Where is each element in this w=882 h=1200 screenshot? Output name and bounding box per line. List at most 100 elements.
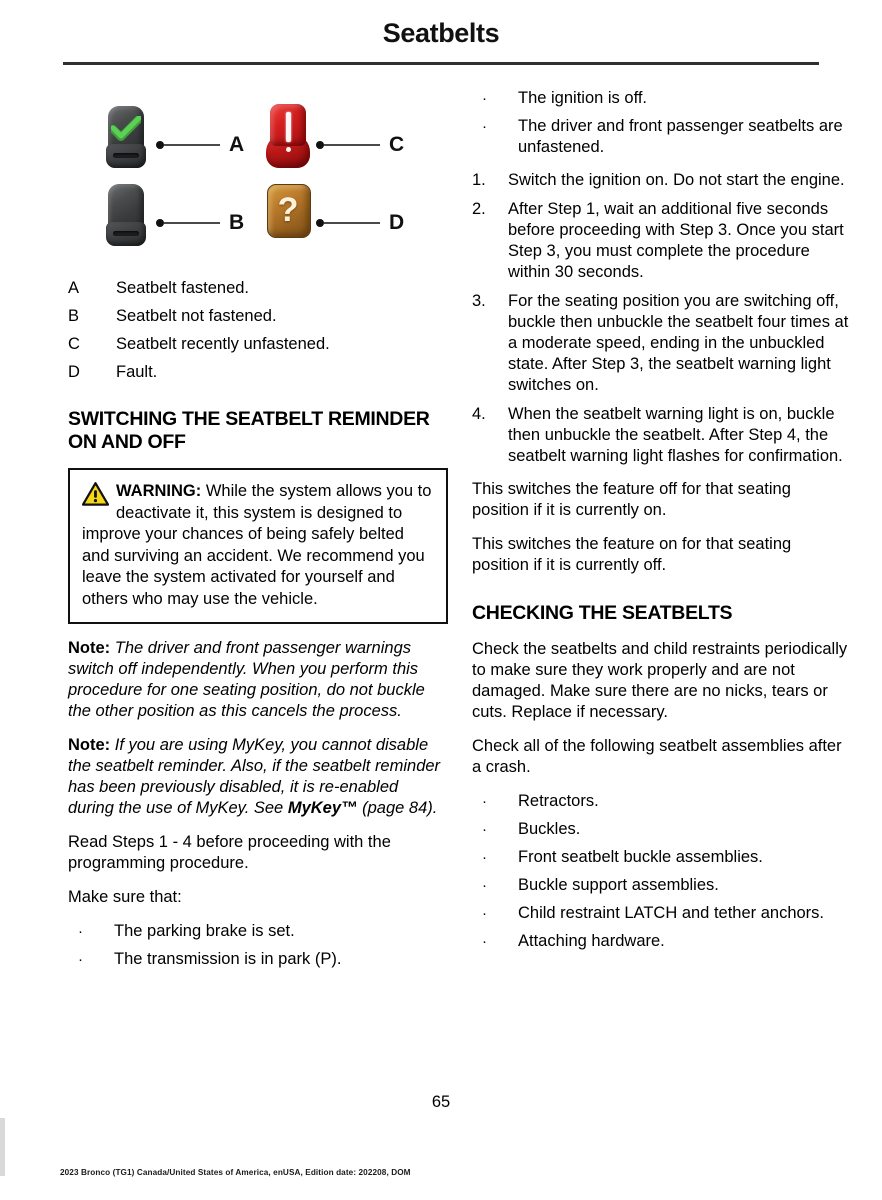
callout-b: B bbox=[156, 211, 244, 235]
callout-label-d: D bbox=[389, 211, 405, 234]
step-text: For the seating position you are switchi… bbox=[508, 292, 849, 394]
callout-label-b: B bbox=[229, 211, 245, 234]
footer-metadata: 2023 Bronco (TG1) Canada/United States o… bbox=[60, 1168, 411, 1177]
check-icon bbox=[111, 116, 141, 141]
checking-intro-paragraph: Check the seatbelts and child restraints… bbox=[472, 640, 848, 721]
note-body-after: (page 84). bbox=[357, 799, 438, 817]
read-steps-paragraph: Read Steps 1 - 4 before proceeding with … bbox=[68, 833, 391, 872]
list-item-text: Buckle support assemblies. bbox=[518, 876, 719, 894]
page-title: Seatbelts bbox=[382, 18, 500, 48]
list-item: · The parking brake is set. bbox=[68, 921, 448, 942]
warning-body: While the system allows you to deactivat… bbox=[82, 482, 432, 608]
title-divider bbox=[63, 62, 819, 65]
bullet-glyph: · bbox=[78, 923, 83, 940]
callout-a: A bbox=[156, 133, 244, 157]
list-item: · The driver and front passenger seatbel… bbox=[472, 116, 852, 158]
legend-text: Fault. bbox=[116, 363, 158, 381]
list-item-text: Front seatbelt buckle assemblies. bbox=[518, 848, 763, 866]
callout-d: D bbox=[316, 211, 404, 235]
list-item-text: The transmission is in park (P). bbox=[114, 950, 342, 968]
section-heading-switching-reminder: SWITCHING THE SEATBELT REMINDER ON AND O… bbox=[68, 408, 430, 453]
list-item-text: Attaching hardware. bbox=[518, 932, 665, 950]
procedure-step: 3. For the seating position you are swit… bbox=[472, 291, 852, 396]
callout-dot bbox=[156, 219, 164, 227]
bullet-glyph: · bbox=[78, 951, 83, 968]
list-item-text: The driver and front passenger seatbelts… bbox=[518, 117, 843, 156]
warning-box: WARNING: While the system allows you to … bbox=[68, 468, 448, 624]
question-mark-glyph: ? bbox=[277, 191, 299, 229]
list-item: · Buckles. bbox=[472, 819, 852, 840]
legend-key: C bbox=[68, 335, 80, 353]
step-number: 3. bbox=[472, 292, 486, 310]
list-item-text: Retractors. bbox=[518, 792, 599, 810]
right-prerequisites-list: · The ignition is off. · The driver and … bbox=[472, 88, 852, 158]
manual-page: Seatbelts A B C ? D A Seatbelt fastened.… bbox=[0, 0, 882, 1200]
list-item: · The ignition is off. bbox=[472, 88, 852, 109]
procedure-step: 4. When the seatbelt warning light is on… bbox=[472, 404, 852, 467]
checking-after-crash-paragraph: Check all of the following seatbelt asse… bbox=[472, 737, 842, 776]
list-item: · Front seatbelt buckle assemblies. bbox=[472, 847, 852, 868]
note-independent-warnings: Note: The driver and front passenger war… bbox=[68, 638, 448, 722]
buckle-fastened-icon bbox=[106, 106, 146, 168]
callout-dot bbox=[316, 219, 324, 227]
bullet-glyph: · bbox=[482, 90, 487, 107]
section-heading-checking-seatbelts: CHECKING THE SEATBELTS bbox=[472, 602, 733, 624]
legend-row: C Seatbelt recently unfastened. bbox=[68, 335, 448, 354]
legend-text: Seatbelt not fastened. bbox=[116, 307, 277, 325]
list-item: · Attaching hardware. bbox=[472, 931, 852, 952]
step-number: 2. bbox=[472, 200, 486, 218]
legend-key: D bbox=[68, 363, 80, 381]
legend-key: B bbox=[68, 307, 80, 325]
list-item: · Child restraint LATCH and tether ancho… bbox=[472, 903, 852, 924]
callout-leader bbox=[164, 222, 220, 224]
note-mykey: Note: If you are using MyKey, you cannot… bbox=[68, 735, 448, 819]
callout-dot bbox=[316, 141, 324, 149]
legend-key: A bbox=[68, 279, 80, 297]
list-item-text: The parking brake is set. bbox=[114, 922, 295, 940]
procedure-step: 2. After Step 1, wait an additional five… bbox=[472, 199, 852, 283]
figure-legend: A Seatbelt fastened. B Seatbelt not fast… bbox=[68, 279, 448, 382]
bullet-glyph: · bbox=[482, 933, 487, 950]
left-column: A B C ? D A Seatbelt fastened. B Seatbel… bbox=[68, 88, 448, 982]
left-prerequisites-list: · The parking brake is set. · The transm… bbox=[68, 921, 448, 970]
list-item-text: Buckles. bbox=[518, 820, 581, 838]
warning-triangle-icon bbox=[82, 482, 109, 506]
mykey-cross-reference-link[interactable]: MyKey™ bbox=[288, 799, 358, 817]
step-number: 1. bbox=[472, 171, 486, 189]
procedure-steps-list: 1. Switch the ignition on. Do not start … bbox=[472, 170, 852, 467]
note-body: The driver and front passenger warnings … bbox=[68, 639, 425, 720]
buckle-unfastened-icon bbox=[106, 184, 146, 246]
callout-leader bbox=[164, 144, 220, 146]
warning-text: WARNING: While the system allows you to … bbox=[82, 481, 434, 610]
step-text: Switch the ignition on. Do not start the… bbox=[508, 171, 845, 189]
bullet-glyph: · bbox=[482, 905, 487, 922]
step-number: 4. bbox=[472, 405, 486, 423]
page-number: 65 bbox=[431, 1093, 451, 1111]
list-item: · The transmission is in park (P). bbox=[68, 949, 448, 970]
legend-row: B Seatbelt not fastened. bbox=[68, 307, 448, 326]
legend-row: D Fault. bbox=[68, 363, 448, 382]
warning-label: WARNING: bbox=[116, 482, 202, 500]
note-label: Note: bbox=[68, 639, 111, 657]
bullet-glyph: · bbox=[482, 849, 487, 866]
callout-leader bbox=[324, 144, 380, 146]
bullet-glyph: · bbox=[482, 821, 487, 838]
seatbelt-indicator-figure: A B C ? D bbox=[68, 88, 448, 273]
callout-leader bbox=[324, 222, 380, 224]
procedure-step: 1. Switch the ignition on. Do not start … bbox=[472, 170, 852, 191]
step-text: When the seatbelt warning light is on, b… bbox=[508, 405, 843, 465]
bullet-glyph: · bbox=[482, 877, 487, 894]
legend-text: Seatbelt fastened. bbox=[116, 279, 250, 297]
result-switch-on-paragraph: This switches the feature on for that se… bbox=[472, 535, 792, 574]
make-sure-paragraph: Make sure that: bbox=[68, 888, 182, 906]
callout-dot bbox=[156, 141, 164, 149]
list-item-text: The ignition is off. bbox=[518, 89, 648, 107]
bullet-glyph: · bbox=[482, 118, 487, 135]
seatbelt-assemblies-list: · Retractors. · Buckles. · Front seatbel… bbox=[472, 791, 852, 952]
right-column: · The ignition is off. · The driver and … bbox=[472, 88, 852, 964]
list-item-text: Child restraint LATCH and tether anchors… bbox=[518, 904, 824, 922]
legend-text: Seatbelt recently unfastened. bbox=[116, 335, 330, 353]
amber-question-fault-icon: ? bbox=[266, 184, 311, 238]
callout-label-a: A bbox=[229, 133, 245, 156]
list-item: · Buckle support assemblies. bbox=[472, 875, 852, 896]
